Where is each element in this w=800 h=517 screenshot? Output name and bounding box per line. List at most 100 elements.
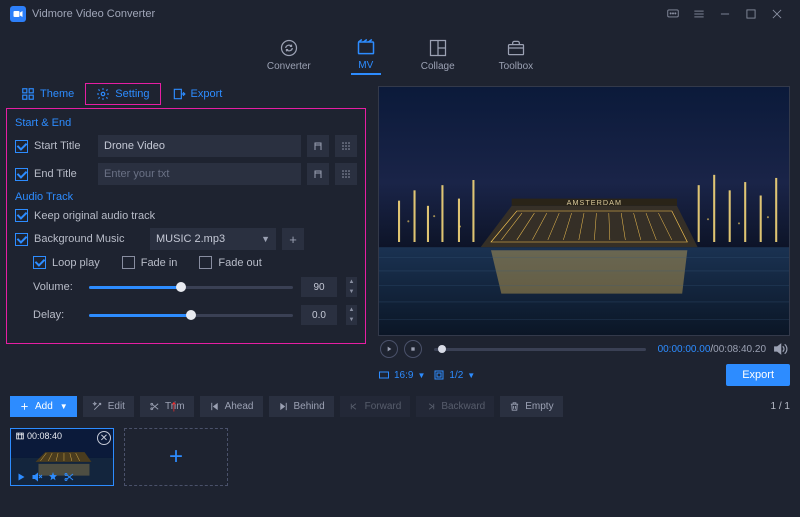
app-title: Vidmore Video Converter — [32, 8, 155, 20]
play-button[interactable] — [380, 340, 398, 358]
label-start-title: Start Title — [34, 140, 92, 152]
checkbox-loop[interactable] — [33, 256, 46, 269]
trim-button[interactable]: Trim — [140, 396, 194, 417]
add-music-button[interactable]: + — [282, 228, 304, 250]
checkbox-end-title[interactable] — [15, 168, 28, 181]
collage-icon — [427, 37, 449, 59]
section-start-end: Start & End — [15, 117, 357, 129]
close-icon[interactable] — [764, 4, 790, 24]
export-button[interactable]: Export — [726, 364, 790, 386]
title-bar: Vidmore Video Converter — [0, 0, 800, 28]
nav-toolbox[interactable]: Toolbox — [495, 35, 537, 74]
backward-button[interactable]: Backward — [416, 396, 494, 417]
ahead-button[interactable]: Ahead — [200, 396, 263, 417]
stop-button[interactable] — [404, 340, 422, 358]
theme-icon — [21, 87, 35, 101]
behind-button[interactable]: Behind — [269, 396, 334, 417]
tab-export[interactable]: Export — [161, 83, 234, 105]
behind-icon — [278, 401, 289, 412]
wand-icon — [92, 401, 103, 412]
settings-panel: Start & End Start Title End Title Audio … — [6, 108, 366, 344]
tab-label: Export — [191, 88, 223, 100]
tab-setting[interactable]: Setting — [85, 83, 160, 105]
clip-duration: 00:08:40 — [15, 431, 62, 441]
edit-button[interactable]: Edit — [83, 396, 134, 417]
add-clip-button[interactable]: + — [124, 428, 228, 486]
feedback-icon[interactable] — [660, 4, 686, 24]
input-end-title[interactable] — [98, 163, 301, 185]
aspect-ratio-select[interactable]: 16:9 ▼ — [378, 369, 425, 381]
checkbox-start-title[interactable] — [15, 140, 28, 153]
label-volume: Volume: — [33, 281, 81, 293]
preview-subbar: 16:9 ▼ 1/2 ▼ Export — [378, 362, 790, 388]
add-button[interactable]: Add▼ — [10, 396, 77, 417]
forward-button[interactable]: Forward — [340, 396, 411, 417]
clip-play-icon[interactable] — [15, 471, 27, 483]
seek-thumb[interactable] — [438, 345, 446, 353]
nav-label: MV — [358, 60, 373, 71]
page-indicator: 1 / 1 — [771, 401, 790, 412]
checkbox-keep-original[interactable] — [15, 209, 28, 222]
nav-converter[interactable]: Converter — [263, 35, 315, 74]
select-value: MUSIC 2.mp3 — [156, 233, 225, 245]
clip-strip: 00:08:40 ✕ + — [0, 424, 800, 488]
tab-label: Setting — [115, 88, 149, 100]
menu-icon[interactable] — [686, 4, 712, 24]
checkbox-fade-out[interactable] — [199, 256, 212, 269]
label-loop: Loop play — [52, 257, 100, 269]
checkbox-bg-music[interactable] — [15, 233, 28, 246]
clip-remove-button[interactable]: ✕ — [97, 431, 111, 445]
clip-trim-icon[interactable] — [63, 471, 75, 483]
nav-label: Converter — [267, 61, 311, 72]
toolbox-icon — [505, 37, 527, 59]
font-button[interactable] — [307, 135, 329, 157]
mv-icon — [355, 36, 377, 58]
app-logo — [10, 6, 26, 22]
slider-thumb[interactable] — [186, 310, 196, 320]
preview-controls: 00:00:00.00/00:08:40.20 — [378, 336, 790, 362]
clip-effect-icon[interactable] — [47, 471, 59, 483]
label-fade-out: Fade out — [218, 257, 261, 269]
right-pane: AMSTERDAM 00:00:00.00/00:08:40.20 16: — [378, 80, 800, 388]
backward-icon — [425, 401, 436, 412]
zoom-select[interactable]: 1/2 ▼ — [433, 369, 475, 381]
checkbox-fade-in[interactable] — [122, 256, 135, 269]
font-button[interactable] — [307, 163, 329, 185]
clip-toolbar: Add▼ Edit Trim Ahead Behind Forward Back… — [0, 388, 800, 424]
slider-volume[interactable] — [89, 286, 293, 289]
section-audio-track: Audio Track — [15, 191, 357, 203]
slider-delay[interactable] — [89, 314, 293, 317]
minimize-icon[interactable] — [712, 4, 738, 24]
select-bg-music[interactable]: MUSIC 2.mp3 ▼ — [150, 228, 276, 250]
video-preview[interactable]: AMSTERDAM — [378, 86, 790, 336]
time-display: 00:00:00.00/00:08:40.20 — [658, 344, 766, 355]
seek-bar[interactable] — [434, 348, 646, 351]
position-button[interactable] — [335, 135, 357, 157]
value-volume: 90 — [301, 277, 337, 297]
input-start-title[interactable] — [98, 135, 301, 157]
label-end-title: End Title — [34, 168, 92, 180]
left-pane: Theme Setting Export Start & End Start T… — [0, 80, 378, 388]
clip-thumbnail[interactable]: 00:08:40 ✕ — [10, 428, 114, 486]
volume-icon[interactable] — [772, 341, 788, 357]
forward-icon — [349, 401, 360, 412]
stepper-volume[interactable]: ▲▼ — [345, 277, 357, 297]
label-bg-music: Background Music — [34, 233, 144, 245]
nav-mv[interactable]: MV — [351, 34, 381, 75]
tab-label: Theme — [40, 88, 74, 100]
slider-thumb[interactable] — [176, 282, 186, 292]
chevron-down-icon: ▼ — [261, 234, 270, 244]
sub-tabs: Theme Setting Export — [0, 80, 378, 108]
nav-collage[interactable]: Collage — [417, 35, 459, 74]
label-fade-in: Fade in — [141, 257, 178, 269]
position-button[interactable] — [335, 163, 357, 185]
stepper-delay[interactable]: ▲▼ — [345, 305, 357, 325]
empty-button[interactable]: Empty — [500, 396, 562, 417]
label-keep-original: Keep original audio track — [34, 210, 155, 222]
clip-mute-icon[interactable] — [31, 471, 43, 483]
nav-label: Toolbox — [499, 61, 533, 72]
svg-text:AMSTERDAM: AMSTERDAM — [567, 198, 622, 207]
tab-theme[interactable]: Theme — [10, 83, 85, 105]
maximize-icon[interactable] — [738, 4, 764, 24]
trash-icon — [509, 401, 520, 412]
